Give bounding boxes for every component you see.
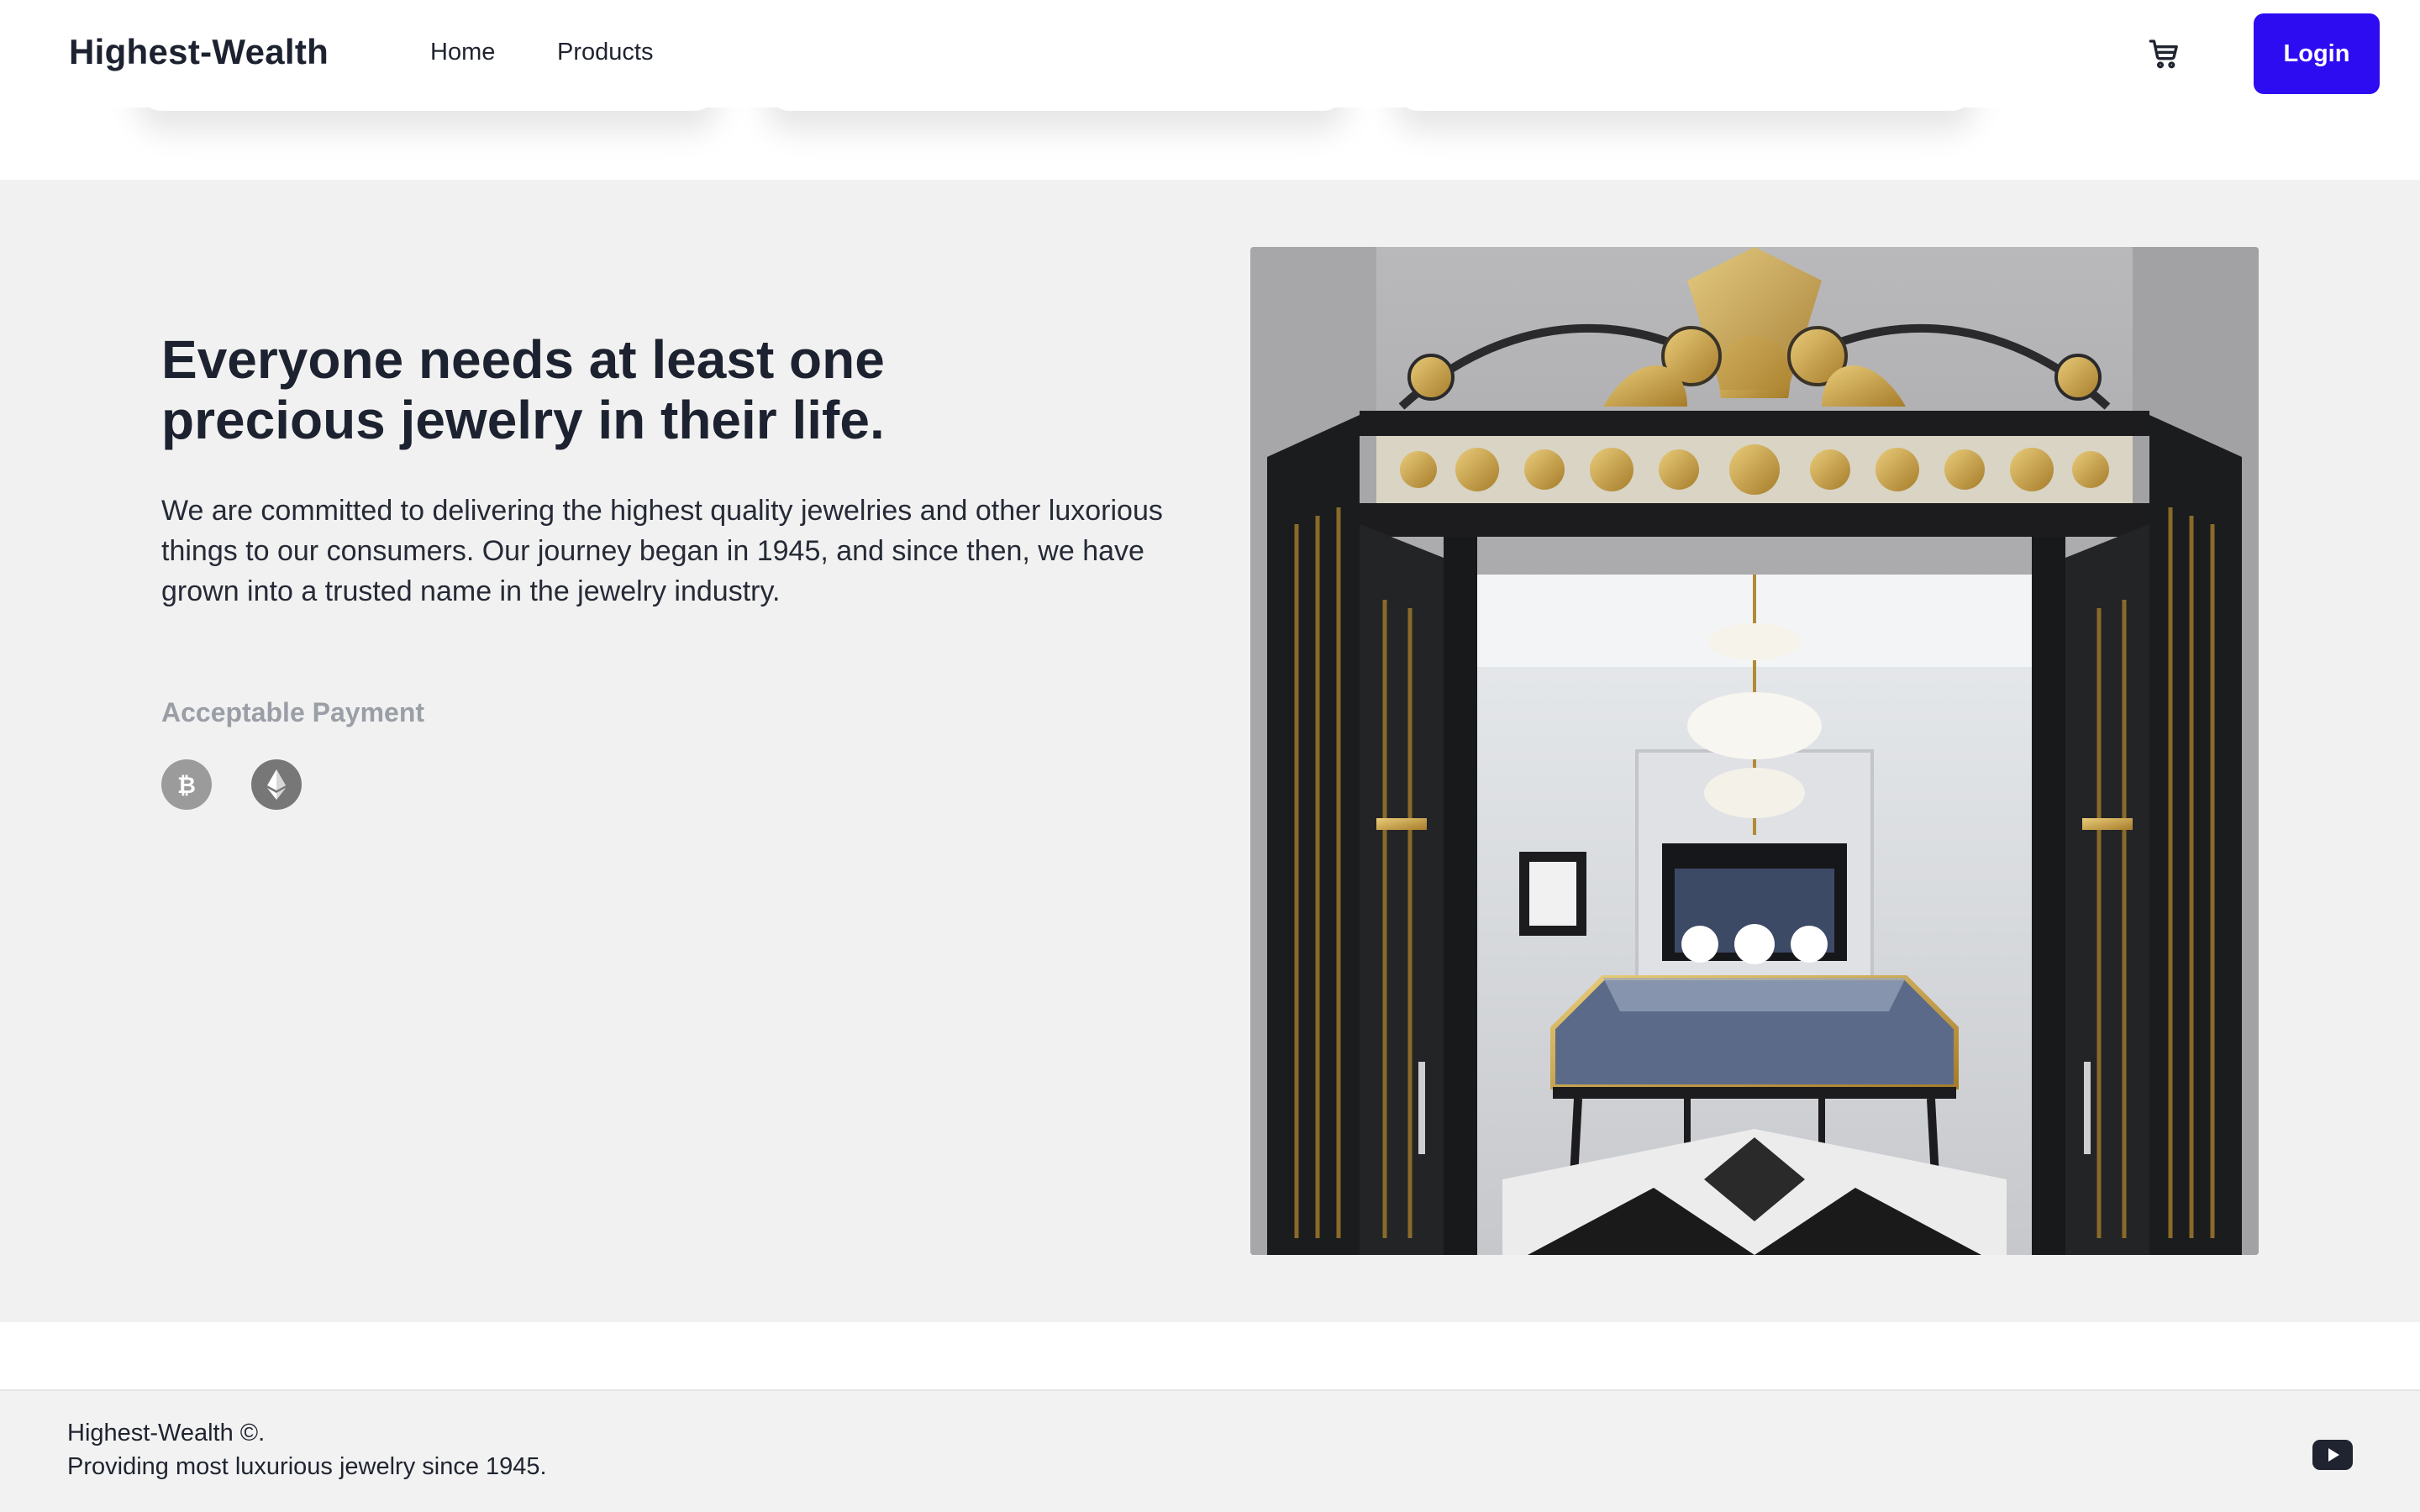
ethereum-icon: [251, 759, 302, 810]
bitcoin-icon: ₿: [161, 759, 212, 810]
headline-line-1: Everyone needs at least one: [161, 329, 885, 390]
login-button[interactable]: Login: [2254, 13, 2380, 94]
hero-headline: Everyone needs at least one precious jew…: [161, 329, 1086, 450]
nav-home-link[interactable]: Home: [430, 39, 495, 66]
top-navbar: Highest-Wealth Home Products Login: [0, 0, 2420, 108]
nav-products-link[interactable]: Products: [557, 39, 653, 66]
footer-tagline: Providing most luxurious jewelry since 1…: [67, 1453, 547, 1480]
hero-description: We are committed to delivering the highe…: [161, 495, 1163, 607]
jewelry-store-entrance-photo: [1250, 247, 2259, 1255]
brand-logo[interactable]: Highest-Wealth: [69, 32, 329, 72]
footer-copyright: Highest-Wealth ©.: [67, 1420, 266, 1446]
youtube-icon[interactable]: [2312, 1440, 2353, 1470]
headline-line-2: precious jewelry in their life.: [161, 390, 885, 450]
payment-label: Acceptable Payment: [161, 697, 425, 727]
svg-text:₿: ₿: [177, 773, 196, 799]
shopping-cart-icon[interactable]: [2148, 37, 2181, 71]
site-footer: Highest-Wealth ©. Providing most luxurio…: [0, 1389, 2420, 1512]
